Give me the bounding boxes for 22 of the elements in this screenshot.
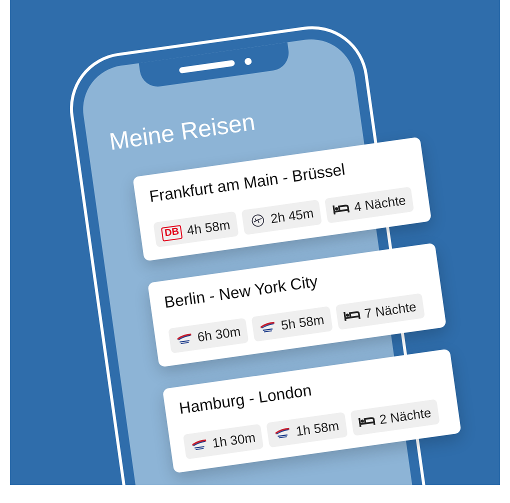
rail-logo: DB [160, 224, 184, 242]
bed-icon [342, 308, 361, 324]
bed-icon [332, 202, 350, 217]
airline-logo-icon [190, 438, 208, 453]
duration-text: 4h 58m [186, 218, 232, 238]
duration-text: 5h 58m [280, 312, 326, 334]
duration-text: 1h 30m [211, 430, 256, 451]
airline-logo-icon [176, 332, 194, 347]
trip-title: Hamburg - London [178, 382, 313, 420]
trip-title: Frankfurt am Main - Brüssel [148, 162, 346, 208]
camera-dot [244, 57, 252, 65]
airline-logo-icon [259, 320, 278, 336]
duration-text: 1h 58m [294, 418, 340, 440]
trip-card[interactable]: Berlin - New York City 6h 30m 5h 58m 7 Nächte [148, 243, 447, 368]
trip-title: Berlin - New York City [163, 274, 320, 314]
trip-card[interactable]: Hamburg - London 1h 30m 1h 58m 2 Nächte [162, 349, 462, 474]
duration-text: 7 Nächte [364, 299, 418, 322]
bed-icon [358, 414, 376, 430]
duration-text: 2 Nächte [378, 405, 432, 428]
duration-text: 2h 45m [270, 206, 315, 227]
duration-text: 6h 30m [196, 324, 242, 345]
duration-text: 4 Nächte [353, 192, 407, 215]
